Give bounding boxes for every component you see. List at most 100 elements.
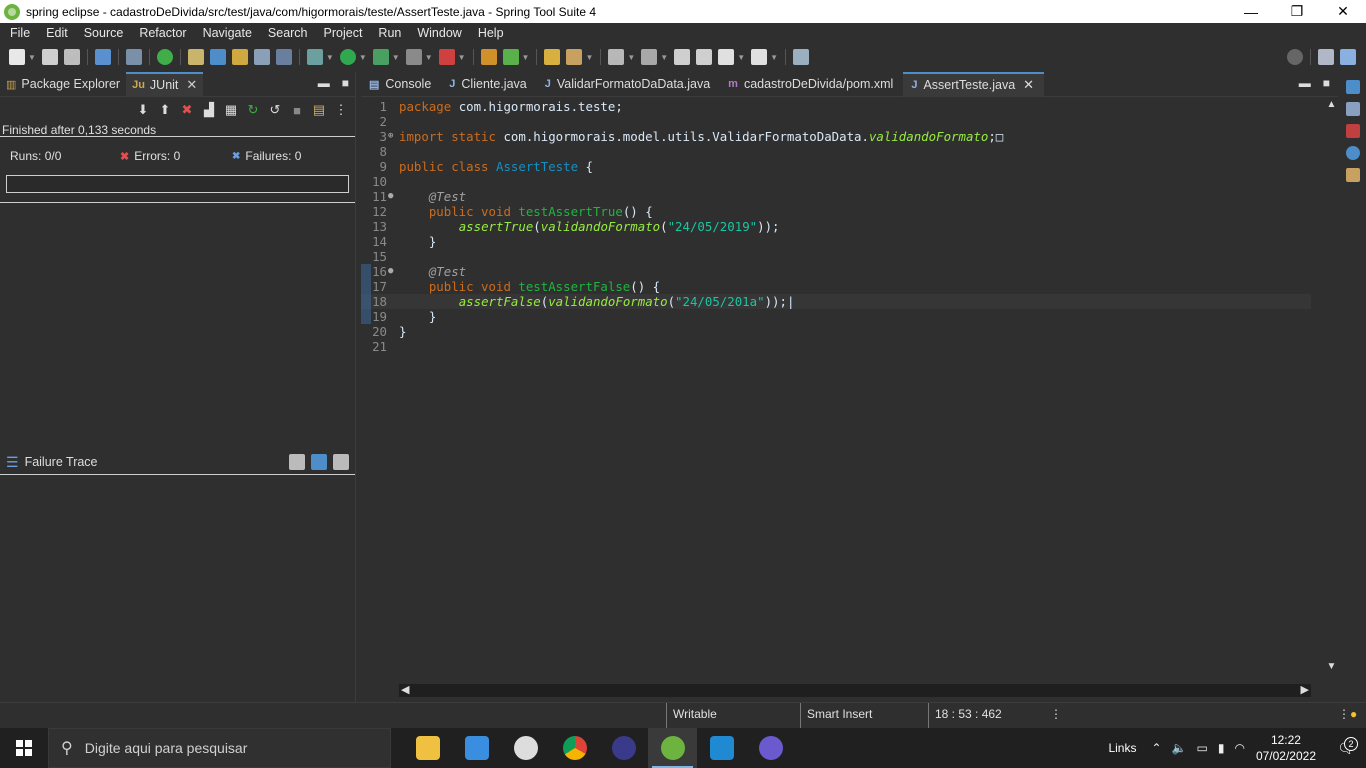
save-all-icon[interactable] [63, 49, 80, 65]
spring-boot-dashboard-icon[interactable] [156, 49, 173, 65]
javadoc-icon[interactable] [1346, 146, 1360, 160]
dropdown-arrow-icon[interactable]: ▼ [585, 53, 593, 62]
new-class-icon[interactable] [502, 49, 519, 65]
code-line[interactable]: 14 } [361, 234, 1311, 249]
mail-icon[interactable] [452, 728, 501, 768]
pin-editor-icon[interactable] [793, 49, 810, 65]
skip-breakpoints-icon[interactable] [125, 49, 142, 65]
code-line[interactable]: 21 [361, 339, 1311, 354]
scroll-right-icon[interactable]: ▶ [1301, 683, 1309, 696]
code-line[interactable]: 13 assertTrue(validandoFormato("24/05/20… [361, 219, 1311, 234]
stop-test-icon[interactable]: ■ [289, 102, 305, 118]
open-perspective-icon[interactable] [1318, 49, 1334, 65]
lightbulb-icon[interactable]: ● [1350, 707, 1357, 721]
status-menu-icon[interactable]: ⋮ [1338, 707, 1350, 721]
code-line[interactable]: 20} [361, 324, 1311, 339]
eclipse-icon[interactable] [599, 728, 648, 768]
menu-project[interactable]: Project [316, 26, 371, 40]
menu-source[interactable]: Source [76, 26, 132, 40]
forward-edit-icon[interactable] [696, 49, 713, 65]
code-line[interactable]: 18 assertFalse(validandoFormato("24/05/2… [361, 294, 1311, 309]
last-edit-location-icon[interactable] [674, 49, 691, 65]
file-explorer-icon[interactable] [403, 728, 452, 768]
run-icon[interactable] [339, 49, 356, 65]
compare-result-icon[interactable] [289, 454, 305, 470]
scroll-left-icon[interactable]: ◀ [401, 683, 409, 696]
clock[interactable]: 12:22 07/02/2022 [1256, 732, 1316, 764]
menu-file[interactable]: File [2, 26, 38, 40]
code-line[interactable]: 8 [361, 144, 1311, 159]
code-line[interactable]: 16 ● @Test [361, 264, 1311, 279]
outline-icon[interactable] [1346, 80, 1360, 94]
menu-help[interactable]: Help [470, 26, 512, 40]
code-line[interactable]: 15 [361, 249, 1311, 264]
toggle-breadcrumb-icon[interactable] [231, 49, 248, 65]
status-cursor-position[interactable]: 18 : 53 : 462 [928, 703, 1048, 728]
dropdown-arrow-icon[interactable]: ▼ [359, 53, 367, 62]
external-tools-icon[interactable] [438, 49, 455, 65]
code-line[interactable]: 2 [361, 114, 1311, 129]
menu-window[interactable]: Window [409, 26, 469, 40]
dropdown-arrow-icon[interactable]: ▼ [660, 53, 668, 62]
forward-arrow-icon[interactable] [751, 49, 768, 65]
links-toolbar[interactable]: Links [1108, 741, 1136, 755]
vertical-scrollbar[interactable]: ▲ ▼ [1325, 99, 1338, 684]
tab-junit[interactable]: Ju JUnit ✕ [126, 71, 204, 97]
settings-icon[interactable] [501, 728, 550, 768]
status-menu-icon[interactable]: ⋮ [1050, 707, 1062, 721]
code-editor[interactable]: 1 package com.higormorais.teste; 2 3 ⊕ import… [361, 99, 1311, 684]
task-list-icon[interactable] [1346, 102, 1360, 116]
minimize-view-icon[interactable]: ▬ [318, 76, 330, 90]
scroll-up-icon[interactable]: ▲ [1325, 99, 1338, 110]
maximize-view-icon[interactable]: ■ [1323, 76, 1330, 90]
next-annotation-icon[interactable] [608, 49, 625, 65]
block-selection-icon[interactable] [253, 49, 270, 65]
next-failure-icon[interactable]: ⬇ [135, 102, 151, 118]
vscode-icon[interactable] [697, 728, 746, 768]
declaration-icon[interactable] [1346, 168, 1360, 182]
tab-validar-formato[interactable]: J ValidarFormatoDaData.java [537, 72, 720, 97]
previous-annotation-icon[interactable] [641, 49, 658, 65]
rerun-test-icon[interactable]: ↻ [245, 102, 261, 118]
coverage-icon[interactable] [372, 49, 389, 65]
new-icon[interactable] [9, 49, 25, 65]
menu-search[interactable]: Search [260, 26, 316, 40]
fold-toggle-icon[interactable]: ● [388, 264, 393, 279]
problems-icon[interactable] [1346, 124, 1360, 138]
tab-assert-teste[interactable]: J AssertTeste.java ✕ [903, 71, 1045, 97]
code-line[interactable]: 1 package com.higormorais.teste; [361, 99, 1311, 114]
show-failures-only-icon[interactable]: ✖ [179, 102, 195, 118]
dropdown-arrow-icon[interactable]: ▼ [28, 53, 36, 62]
search-icon[interactable] [1287, 49, 1303, 65]
dropdown-arrow-icon[interactable]: ▼ [522, 53, 530, 62]
status-insert-mode[interactable]: Smart Insert [800, 703, 928, 728]
rerun-failed-first-icon[interactable]: ↺ [267, 102, 283, 118]
close-icon[interactable]: ✕ [186, 77, 197, 93]
chrome-icon[interactable] [550, 728, 599, 768]
app-icon[interactable] [746, 728, 795, 768]
notification-center[interactable]: 🗨 2 [1326, 736, 1366, 757]
dropdown-arrow-icon[interactable]: ▼ [737, 53, 745, 62]
horizontal-scrollbar[interactable]: ◀ ▶ [399, 684, 1311, 697]
fold-toggle-icon[interactable]: ● [388, 189, 393, 204]
scroll-lock-icon[interactable]: ▟ [201, 102, 217, 118]
terminal-icon[interactable] [94, 49, 111, 65]
filter-stack-trace-icon[interactable] [311, 454, 327, 470]
code-line[interactable]: 19 } [361, 309, 1311, 324]
minimize-button[interactable]: — [1228, 0, 1274, 23]
battery-icon[interactable]: ▮ [1218, 741, 1225, 755]
start-button[interactable] [0, 728, 48, 768]
restore-button[interactable]: ❐ [1274, 0, 1320, 23]
close-window-button[interactable]: ✕ [1320, 0, 1366, 23]
tab-pom-xml[interactable]: m cadastroDeDivida/pom.xml [720, 72, 903, 97]
previous-failure-icon[interactable]: ⬆ [157, 102, 173, 118]
menu-refactor[interactable]: Refactor [131, 26, 194, 40]
close-icon[interactable]: ✕ [1023, 77, 1034, 93]
tab-cliente-java[interactable]: J Cliente.java [441, 72, 536, 97]
display-icon[interactable]: ▭ [1197, 741, 1208, 755]
dropdown-arrow-icon[interactable]: ▼ [627, 53, 635, 62]
open-folder-icon[interactable] [544, 49, 561, 65]
scroll-down-icon[interactable]: ▼ [1325, 661, 1338, 672]
minimize-view-icon[interactable]: ▬ [1299, 76, 1311, 90]
show-whitespace-icon[interactable] [275, 49, 292, 65]
